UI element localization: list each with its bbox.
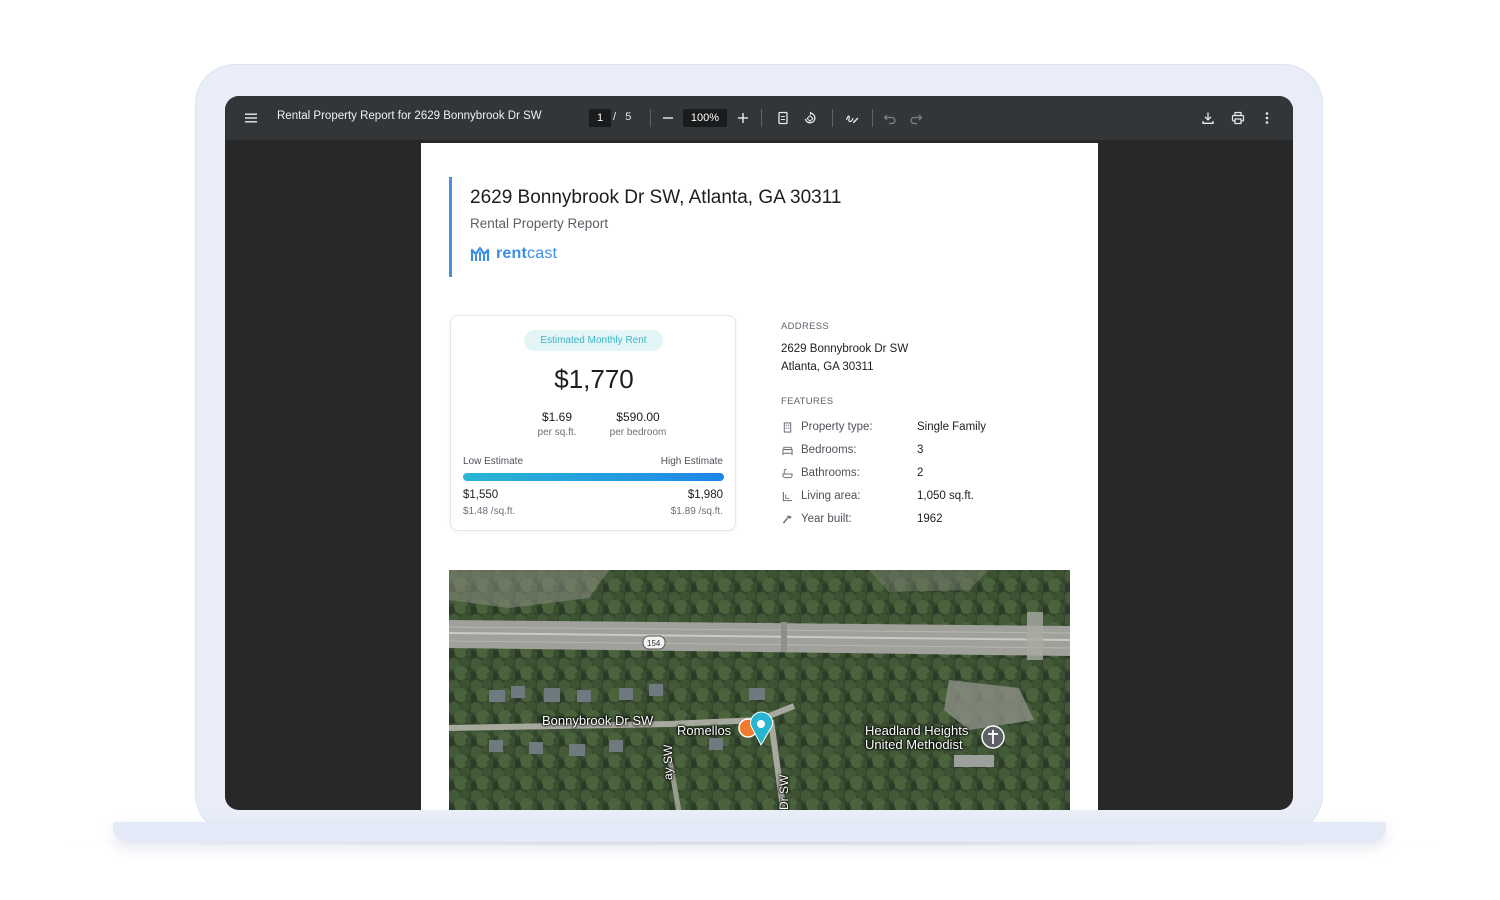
area-icon <box>781 490 793 502</box>
bath-icon <box>781 467 793 479</box>
bed-icon <box>781 444 793 456</box>
zoom-level-input[interactable]: 100% <box>683 109 727 127</box>
satellite-map[interactable]: 154 Bonnybrook Dr SW Romellos Headland H… <box>449 570 1070 810</box>
feature-label: Living area: <box>801 490 861 502</box>
features-section-label: FEATURES <box>781 396 834 407</box>
feature-row-property-type: Property type: Single Family <box>781 419 986 435</box>
laptop-base <box>113 822 1386 842</box>
more-icon[interactable] <box>1257 108 1277 128</box>
per-bedroom-label: per bedroom <box>609 427 667 438</box>
toolbar-divider <box>761 109 762 127</box>
poi-church-line-2: United Methodist <box>865 737 963 752</box>
rentcast-logo-icon <box>470 246 490 261</box>
street-label-bonnybrook: Bonnybrook Dr SW <box>542 713 654 728</box>
high-estimate-value: $1,980 <box>687 489 723 501</box>
feature-row-bathrooms: Bathrooms: 2 <box>781 465 923 481</box>
rent-estimate-card: Estimated Monthly Rent $1,770 $1.69 per … <box>450 315 736 531</box>
page-separator: / <box>613 111 617 123</box>
street-label-vertical-left: ay SW <box>661 744 675 780</box>
address-section-label: ADDRESS <box>781 321 830 332</box>
report-subtitle: Rental Property Report <box>470 216 609 231</box>
high-estimate-label: High Estimate <box>660 456 723 467</box>
per-sqft-stat: $1.69 per sq.ft. <box>517 410 597 438</box>
zoom-in-icon[interactable] <box>733 108 753 128</box>
feature-label: Property type: <box>801 421 873 433</box>
feature-row-bedrooms: Bedrooms: 3 <box>781 442 923 458</box>
download-icon[interactable] <box>1198 108 1218 128</box>
undo-icon[interactable] <box>880 108 900 128</box>
header-accent-bar <box>449 177 452 277</box>
poi-label-church: Headland Heights United Methodist <box>865 724 968 752</box>
feature-row-living-area: Living area: 1,050 sq.ft. <box>781 488 974 504</box>
toolbar-divider <box>650 109 651 127</box>
feature-label: Year built: <box>801 513 852 525</box>
annotate-icon[interactable] <box>842 108 862 128</box>
page-number-input[interactable]: 1 <box>589 109 611 127</box>
building-icon <box>781 421 793 433</box>
poi-church-line-1: Headland Heights <box>865 723 969 738</box>
feature-value: Single Family <box>917 421 987 433</box>
per-sqft-value: $1.69 <box>541 410 573 424</box>
rotate-icon[interactable] <box>800 108 820 128</box>
logo-text: rentcast <box>496 245 557 263</box>
toolbar-divider <box>872 109 873 127</box>
logo-text-regular: cast <box>527 245 558 262</box>
highway-shield-label: 154 <box>647 639 661 648</box>
high-estimate-per-sqft: $1.89 /sq.ft. <box>670 506 723 517</box>
print-icon[interactable] <box>1228 108 1248 128</box>
fit-page-icon[interactable] <box>773 108 793 128</box>
satellite-imagery <box>449 570 1070 810</box>
poi-label-romellos: Romellos <box>677 723 732 738</box>
toolbar-divider <box>832 109 833 127</box>
feature-value: 1962 <box>917 513 943 525</box>
page-count: / 5 <box>613 111 631 123</box>
pdf-page: 2629 Bonnybrook Dr SW, Atlanta, GA 30311… <box>421 143 1098 810</box>
pdf-toolbar: Rental Property Report for 2629 Bonnybro… <box>225 96 1293 140</box>
feature-label: Bathrooms: <box>801 467 860 479</box>
logo-text-bold: rent <box>496 245 528 262</box>
low-estimate-value: $1,550 <box>463 489 499 501</box>
document-title: Rental Property Report for 2629 Bonnybro… <box>277 110 542 122</box>
feature-value: 2 <box>917 467 924 479</box>
per-sqft-label: per sq.ft. <box>537 427 577 438</box>
feature-value: 3 <box>917 444 924 456</box>
feature-row-year-built: Year built: 1962 <box>781 511 943 527</box>
feature-value: 1,050 sq.ft. <box>917 490 974 502</box>
feature-label: Bedrooms: <box>801 444 857 456</box>
low-estimate-per-sqft: $1.48 /sq.ft. <box>463 506 516 517</box>
redo-icon[interactable] <box>906 108 926 128</box>
per-bedroom-value: $590.00 <box>616 410 660 424</box>
street-label-vertical-right: Dr SW <box>777 774 791 810</box>
pdf-viewer-window: Rental Property Report for 2629 Bonnybro… <box>225 96 1293 810</box>
per-bedroom-stat: $590.00 per bedroom <box>598 410 678 438</box>
total-pages: 5 <box>625 111 632 123</box>
low-estimate-label: Low Estimate <box>463 456 524 467</box>
address-line-1: 2629 Bonnybrook Dr SW <box>781 343 909 355</box>
rentcast-logo: rentcast <box>470 244 557 264</box>
estimate-range-bar <box>463 473 724 481</box>
report-title: 2629 Bonnybrook Dr SW, Atlanta, GA 30311 <box>470 187 842 208</box>
zoom-out-icon[interactable] <box>658 108 678 128</box>
address-line-2: Atlanta, GA 30311 <box>781 361 874 373</box>
menu-icon[interactable] <box>241 108 261 128</box>
estimate-badge: Estimated Monthly Rent <box>524 330 663 351</box>
estimated-rent-value: $1,770 <box>554 364 634 394</box>
hammer-icon <box>781 513 793 525</box>
